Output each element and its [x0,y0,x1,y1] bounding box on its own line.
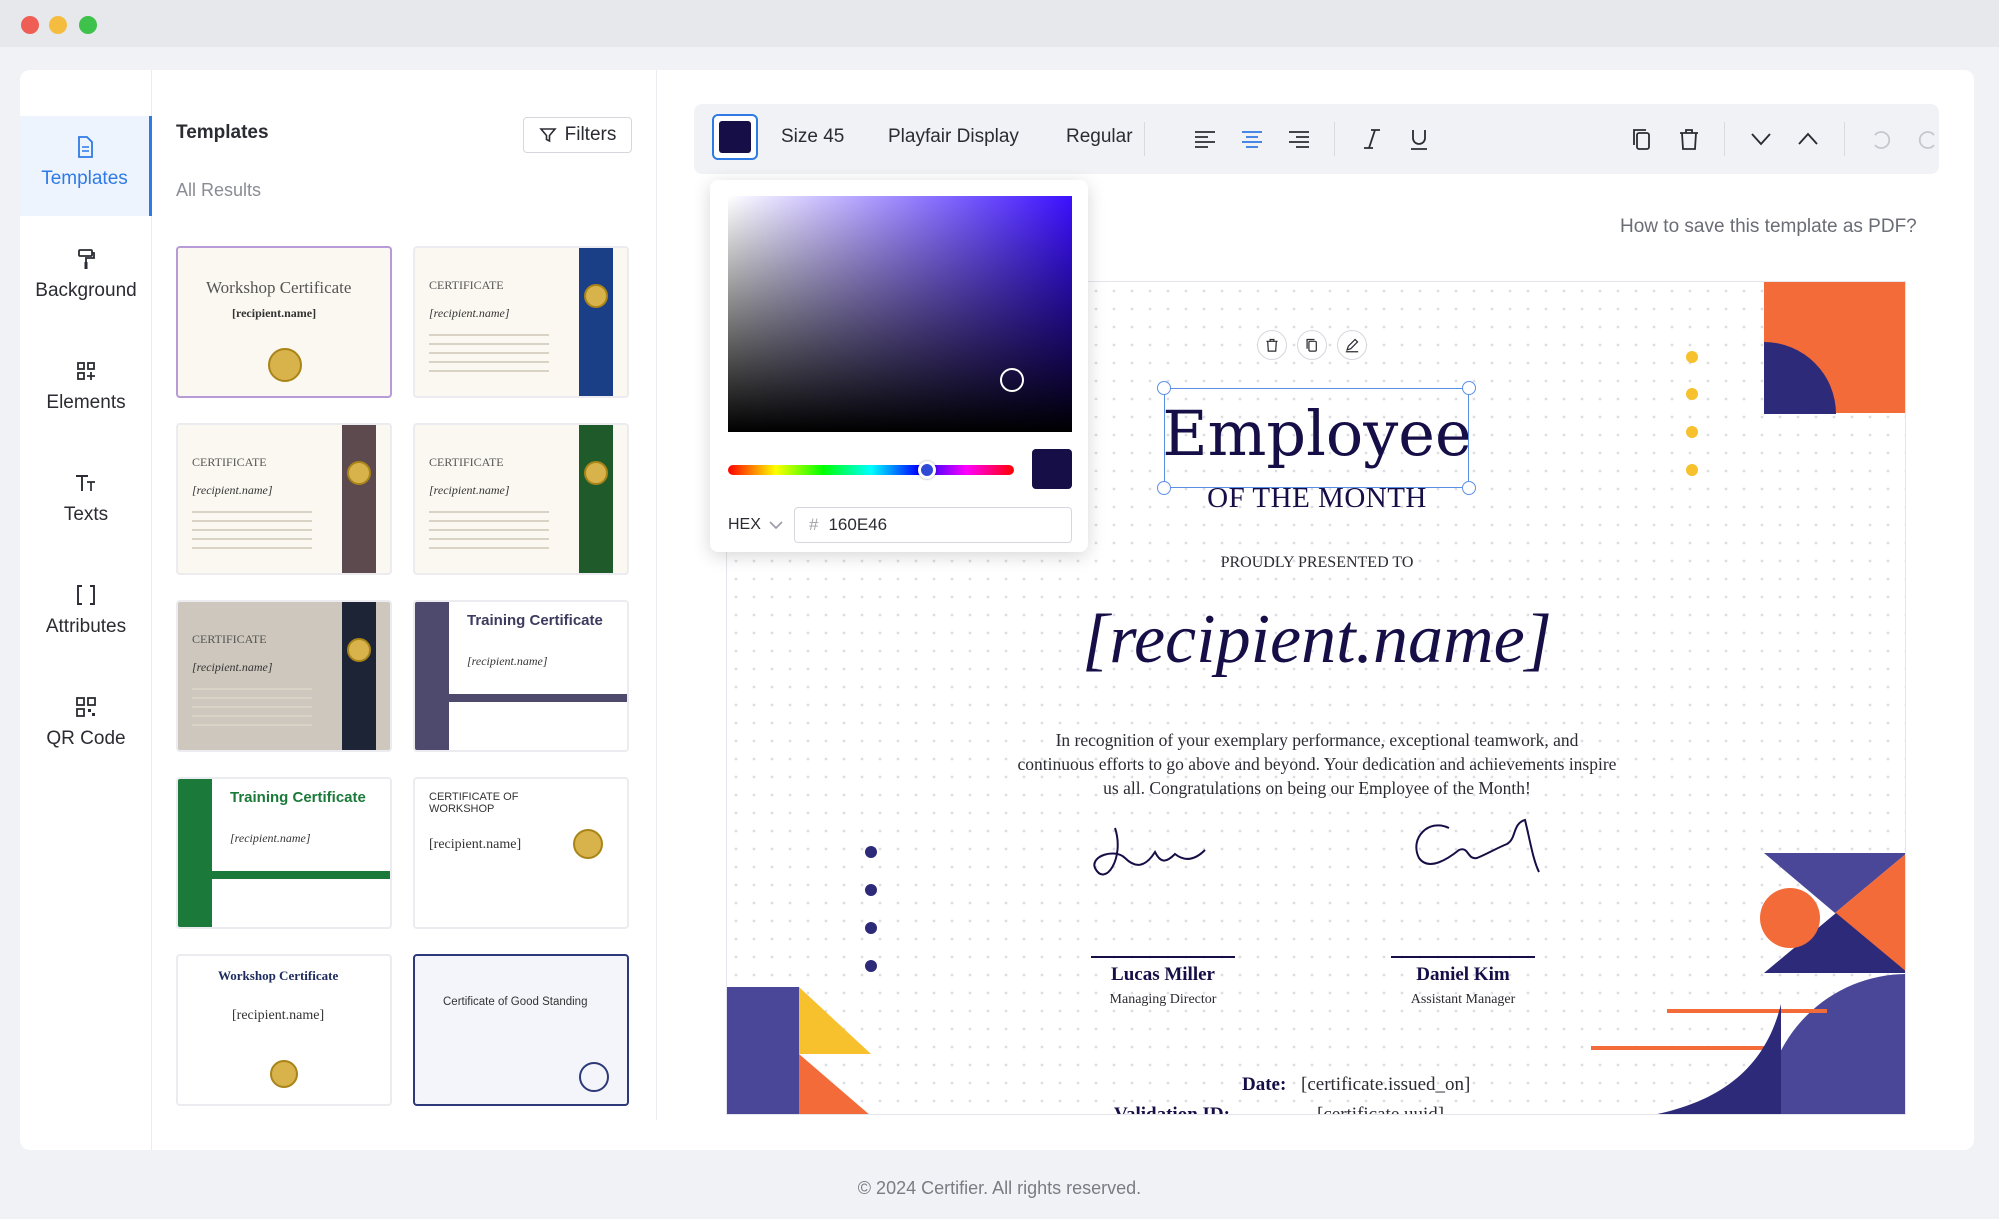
grid-plus-icon [77,362,95,380]
recipient-name[interactable]: [recipient.name] [727,600,1905,680]
signature-line [1091,956,1235,958]
hue-slider-knob[interactable] [918,461,936,479]
color-mode-select[interactable]: HEX [728,516,783,534]
italic-icon[interactable] [1359,126,1385,152]
sv-cursor[interactable] [1000,368,1024,392]
chevron-up-icon[interactable] [1795,126,1821,152]
footer-copyright: © 2024 Certifier. All rights reserved. [857,1178,1142,1198]
minimize-window-button[interactable] [49,16,67,34]
sidebar-item-background[interactable]: Background [20,228,152,328]
font-family-select[interactable]: Playfair Display [888,126,1019,148]
signature-line [1391,956,1535,958]
validation-id-label[interactable]: Validation ID: [1114,1104,1230,1114]
window-titlebar [0,0,1999,47]
brackets-icon [77,585,95,605]
color-preview [1032,449,1072,489]
qr-code-icon [76,697,96,717]
sidebar-item-label: Templates [41,168,128,189]
text-toolbar: Size 45 Playfair Display Regular [694,104,1939,174]
maximize-window-button[interactable] [79,16,97,34]
align-right-icon[interactable] [1286,126,1312,152]
underline-icon[interactable] [1406,126,1432,152]
filters-label: Filters [564,124,617,145]
color-swatch [719,121,751,153]
results-label: All Results [176,180,262,200]
signer-name[interactable]: Daniel Kim [1363,964,1563,986]
trash-icon[interactable] [1676,126,1702,152]
sidebar-item-templates[interactable]: Templates [20,116,152,216]
template-thumbnail[interactable]: Training Certificate [recipient.name] [413,600,629,752]
copy-icon[interactable] [1297,330,1327,360]
redo-icon[interactable] [1915,126,1941,152]
app-window: Templates Background Elements Texts Attr… [20,70,1974,1150]
medal-icon [584,284,608,308]
hex-input[interactable]: # 160E46 [794,507,1072,543]
text-color-button[interactable] [712,114,758,160]
paint-roller-icon [78,249,95,269]
font-weight-select[interactable]: Regular [1066,126,1133,148]
sidebar-item-qr-code[interactable]: QR Code [20,676,152,776]
medal-icon [268,348,302,382]
close-window-button[interactable] [21,16,39,34]
medal-icon [270,1060,298,1088]
signer-role[interactable]: Managing Director [1063,992,1263,1008]
sidebar-item-label: Background [35,280,137,301]
saturation-value-area[interactable] [728,196,1072,432]
chevron-down-icon [769,521,783,530]
template-thumbnail[interactable]: CERTIFICATE OF WORKSHOP [recipient.name] [413,777,629,929]
template-thumbnail[interactable]: CERTIFICATE [recipient.name] [176,600,392,752]
undo-icon[interactable] [1868,126,1894,152]
color-picker-popover: HEX # 160E46 [710,180,1088,552]
font-size-select[interactable]: Size 45 [781,126,844,148]
sidebar-item-label: Texts [63,504,109,525]
signer-name[interactable]: Lucas Miller [1063,964,1263,986]
certificate-body[interactable]: In recognition of your exemplary perform… [1017,728,1617,800]
resize-handle[interactable] [1462,381,1476,395]
sidebar-item-texts[interactable]: Texts [20,452,152,552]
template-thumbnail[interactable]: CERTIFICATE [recipient.name] [176,423,392,575]
template-thumbnail[interactable]: CERTIFICATE [recipient.name] [413,423,629,575]
hue-slider[interactable] [728,461,1014,479]
panel-title: Templates [176,122,269,143]
copy-icon[interactable] [1629,126,1655,152]
template-thumbnail[interactable]: Training Certificate [recipient.name] [176,777,392,929]
chevron-down-icon[interactable] [1748,126,1774,152]
date-label[interactable]: Date: [1242,1074,1286,1096]
seal-icon [579,1062,609,1092]
text-size-icon [76,475,95,491]
presented-to-text[interactable]: PROUDLY PRESENTED TO [727,554,1905,572]
selection-toolbar [1257,330,1367,360]
validation-id-value[interactable]: [certificate.uuid] [1317,1104,1444,1114]
resize-handle[interactable] [1157,381,1171,395]
medal-icon [584,461,608,485]
text-selection-box[interactable] [1157,381,1476,495]
align-left-icon[interactable] [1192,126,1218,152]
trash-icon[interactable] [1257,330,1287,360]
sidebar-item-label: Attributes [45,616,127,637]
template-thumbnail[interactable]: CERTIFICATE [recipient.name] [413,246,629,398]
file-icon [77,136,93,158]
sidebar-item-label: Elements [46,392,126,413]
align-center-icon[interactable] [1239,126,1265,152]
filter-icon [538,128,557,143]
sidebar-item-label: QR Code [46,728,126,749]
template-thumbnail[interactable]: Workshop Certificate [recipient.name] [176,246,392,398]
templates-panel: Templates Filters All Results Workshop C… [153,70,657,1120]
template-thumbnail[interactable]: Workshop Certificate [recipient.name] [176,954,392,1106]
medal-icon [347,638,371,662]
date-value[interactable]: [certificate.issued_on] [1301,1074,1470,1096]
filters-button[interactable]: Filters [523,117,632,153]
sidebar-item-attributes[interactable]: Attributes [20,564,152,664]
save-pdf-help-link[interactable]: How to save this template as PDF? [1620,216,1917,238]
template-thumbnail[interactable]: Certificate of Good Standing [413,954,629,1106]
sidebar: Templates Background Elements Texts Attr… [20,70,152,1150]
medal-icon [347,461,371,485]
medal-icon [573,829,603,859]
sidebar-item-elements[interactable]: Elements [20,340,152,440]
signer-role[interactable]: Assistant Manager [1363,992,1563,1008]
pencil-icon[interactable] [1337,330,1367,360]
